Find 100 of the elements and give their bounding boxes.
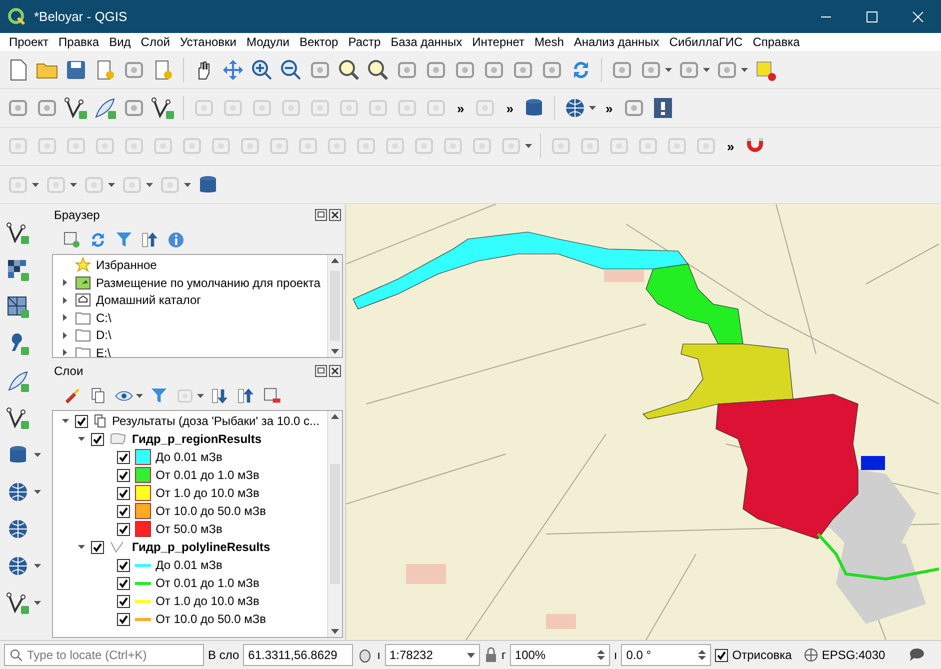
scroll-down-icon[interactable]: [331, 629, 339, 634]
caret-icon[interactable]: [665, 68, 672, 72]
caret-icon[interactable]: [184, 182, 191, 187]
tree-item[interactable]: D:\: [96, 328, 112, 342]
feather-icon[interactable]: [93, 96, 117, 120]
spin-arrows-icon[interactable]: [596, 650, 605, 660]
menu-item[interactable]: Справка: [748, 35, 805, 50]
vertex-icon[interactable]: [64, 96, 88, 120]
menu-item[interactable]: Mesh: [530, 35, 569, 50]
float-icon[interactable]: [315, 365, 327, 378]
crs-button[interactable]: EPSG:4030: [822, 648, 886, 662]
layer-item[interactable]: От 10.0 до 50.0 мЗв: [156, 612, 266, 626]
checkbox[interactable]: [116, 612, 130, 626]
tree-item[interactable]: C:\: [96, 310, 112, 325]
scroll-up-icon[interactable]: [331, 258, 339, 264]
move-arrows-icon[interactable]: [221, 58, 245, 82]
caret-icon[interactable]: [32, 182, 39, 187]
caret-icon[interactable]: [34, 490, 41, 494]
overflow-button[interactable]: »: [601, 100, 617, 116]
overflow-button[interactable]: »: [502, 100, 518, 116]
locate-field[interactable]: Type to locate (Ctrl+K): [4, 644, 204, 666]
caret-icon[interactable]: [34, 453, 41, 458]
vertex-icon[interactable]: [6, 591, 30, 616]
layer-item[interactable]: От 1.0 до 10.0 мЗв: [156, 486, 260, 500]
layer-item[interactable]: Результаты (доза 'Рыбаки' за 10.0 с...: [112, 414, 320, 428]
spin-arrows-icon[interactable]: [698, 650, 706, 660]
menu-item[interactable]: База данных: [386, 35, 468, 50]
vertex-icon[interactable]: [151, 96, 175, 120]
rotation-spinbox[interactable]: 0.0 °: [621, 644, 712, 666]
caret-icon[interactable]: [741, 68, 748, 72]
menu-item[interactable]: СибиллаГИС: [664, 35, 748, 50]
coordinate-field[interactable]: 61.3311,56.8629: [243, 644, 354, 666]
zoom-out-icon[interactable]: [279, 58, 303, 82]
checkbox[interactable]: [715, 648, 728, 662]
checkbox[interactable]: [116, 468, 130, 482]
globe-icon[interactable]: [804, 648, 818, 662]
tree-item[interactable]: Домашний каталог: [96, 293, 201, 308]
menu-item[interactable]: Интернет: [467, 35, 530, 50]
lock-icon[interactable]: [484, 647, 498, 664]
messages-icon[interactable]: [909, 648, 925, 662]
caret-icon[interactable]: [34, 564, 41, 568]
checkbox[interactable]: [91, 432, 104, 446]
info-icon[interactable]: [166, 230, 186, 250]
scroll-down-icon[interactable]: [331, 349, 339, 354]
checkbox[interactable]: [91, 540, 104, 554]
magnifier-icon[interactable]: [337, 58, 361, 82]
layer-item[interactable]: От 10.0 до 50.0 мЗв: [156, 504, 266, 518]
layer-item[interactable]: До 0.01 мЗв: [156, 558, 222, 572]
map-canvas[interactable]: [346, 204, 939, 640]
scrollbar[interactable]: [327, 411, 342, 638]
caret-icon[interactable]: [197, 394, 204, 398]
tree-item[interactable]: Избранное: [96, 258, 157, 272]
menu-item[interactable]: Вид: [104, 35, 136, 50]
checkbox[interactable]: [116, 504, 130, 518]
overflow-button[interactable]: »: [723, 138, 738, 154]
menu-item[interactable]: Модули: [241, 35, 294, 50]
caret-icon[interactable]: [108, 182, 115, 187]
close-icon[interactable]: [329, 365, 341, 378]
caret-icon[interactable]: [525, 144, 532, 148]
caret-icon[interactable]: [70, 182, 77, 187]
scale-combo[interactable]: 1:78232: [384, 644, 480, 666]
layer-item[interactable]: От 1.0 до 10.0 мЗв: [156, 594, 260, 608]
float-icon[interactable]: [315, 209, 327, 222]
magnifier-icon[interactable]: [366, 58, 390, 82]
scroll-up-icon[interactable]: [331, 414, 339, 420]
tree-item[interactable]: E:\: [96, 346, 111, 358]
caret-icon[interactable]: [34, 601, 41, 606]
menu-item[interactable]: Правка: [54, 35, 104, 50]
caret-icon[interactable]: [589, 106, 596, 110]
add-layer-icon[interactable]: [62, 230, 82, 250]
menu-item[interactable]: Вектор: [294, 35, 344, 50]
tree-item[interactable]: Размещение по умолчанию для проекта: [96, 276, 320, 290]
layer-item[interactable]: От 0.01 до 1.0 мЗв: [156, 576, 260, 590]
caret-icon[interactable]: [703, 68, 710, 72]
layer-item[interactable]: До 0.01 мЗв: [156, 450, 222, 464]
vertex-icon[interactable]: [6, 221, 30, 246]
caret-icon[interactable]: [136, 394, 143, 398]
layer-item[interactable]: От 0.01 до 1.0 мЗв: [156, 468, 260, 482]
menu-item[interactable]: Анализ данных: [568, 35, 664, 50]
close-icon[interactable]: [329, 209, 341, 222]
layer-item[interactable]: От 50.0 мЗв: [156, 522, 222, 536]
vertex-icon[interactable]: [6, 406, 30, 430]
feather-icon[interactable]: [6, 369, 30, 394]
render-label[interactable]: Отрисовка: [732, 648, 792, 662]
scrollbar[interactable]: [327, 255, 342, 358]
menu-item[interactable]: Установки: [174, 35, 242, 50]
overflow-button[interactable]: »: [453, 100, 468, 116]
checkbox[interactable]: [116, 486, 130, 500]
checkbox[interactable]: [116, 576, 130, 590]
caret-icon[interactable]: [146, 182, 153, 187]
checkbox[interactable]: [116, 450, 130, 464]
menu-item[interactable]: Проект: [4, 35, 54, 50]
checkbox[interactable]: [116, 522, 130, 536]
checkbox[interactable]: [75, 414, 88, 428]
menu-item[interactable]: Слой: [136, 35, 175, 50]
checkerboard-icon[interactable]: [6, 258, 30, 282]
zoom-in-icon[interactable]: [250, 58, 274, 82]
grid-icon[interactable]: [6, 295, 30, 320]
layer-item[interactable]: Гидр_р_polylineResults: [132, 540, 270, 554]
mouse-icon[interactable]: [357, 647, 374, 664]
